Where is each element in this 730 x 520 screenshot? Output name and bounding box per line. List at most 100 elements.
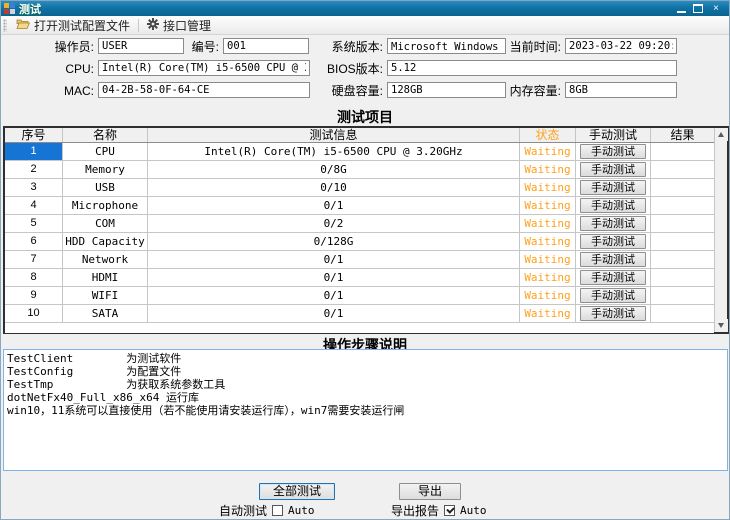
- operator-label: 操作员:: [21, 39, 94, 55]
- table-filler-row: [5, 323, 714, 333]
- test-table: 序号 名称 测试信息 状态 手动测试 结果 1 CPU Intel(R) Cor…: [3, 126, 729, 334]
- mac-label: MAC:: [21, 83, 94, 99]
- table-row[interactable]: 6 HDD Capacity 0/128G Waiting 手动测试: [5, 233, 714, 251]
- export-button[interactable]: 导出: [399, 483, 461, 500]
- manual-test-button[interactable]: 手动测试: [580, 252, 646, 267]
- manual-test-button[interactable]: 手动测试: [580, 234, 646, 249]
- os-label: 系统版本:: [321, 39, 383, 55]
- cell-no[interactable]: 4: [5, 197, 63, 214]
- cell-manual: 手动测试: [576, 287, 651, 304]
- cell-no[interactable]: 7: [5, 251, 63, 268]
- open-config-label: 打开测试配置文件: [34, 17, 130, 34]
- scroll-up-icon[interactable]: [715, 128, 728, 141]
- table-row[interactable]: 8 HDMI 0/1 Waiting 手动测试: [5, 269, 714, 287]
- manual-test-button[interactable]: 手动测试: [580, 162, 646, 177]
- cell-info: 0/1: [148, 197, 520, 214]
- manual-test-button[interactable]: 手动测试: [580, 270, 646, 285]
- interface-mgmt-label: 接口管理: [163, 17, 211, 34]
- cell-no[interactable]: 3: [5, 179, 63, 196]
- auto-test-checkbox-label: Auto: [288, 504, 315, 517]
- toolbar: 打开测试配置文件 接口管理: [1, 16, 729, 35]
- window-title: 测试: [19, 1, 41, 17]
- operator-input[interactable]: [98, 38, 184, 54]
- table-row[interactable]: 7 Network 0/1 Waiting 手动测试: [5, 251, 714, 269]
- interface-mgmt-button[interactable]: 接口管理: [142, 17, 216, 34]
- status-badge: Waiting: [520, 179, 576, 196]
- status-badge: Waiting: [520, 287, 576, 304]
- status-badge: Waiting: [520, 161, 576, 178]
- header-status: 状态: [520, 128, 576, 142]
- cell-name: SATA: [63, 305, 148, 322]
- status-badge: Waiting: [520, 215, 576, 232]
- app-icon: [4, 3, 15, 14]
- cell-name: Microphone: [63, 197, 148, 214]
- status-badge: Waiting: [520, 305, 576, 322]
- auto-test-checkbox[interactable]: [272, 505, 283, 516]
- header-result: 结果: [651, 128, 714, 142]
- cell-result: [651, 269, 714, 286]
- cell-name: USB: [63, 179, 148, 196]
- open-config-button[interactable]: 打开测试配置文件: [11, 17, 135, 34]
- cell-no[interactable]: 6: [5, 233, 63, 250]
- manual-test-button[interactable]: 手动测试: [580, 198, 646, 213]
- manual-test-button[interactable]: 手动测试: [580, 180, 646, 195]
- table-row[interactable]: 2 Memory 0/8G Waiting 手动测试: [5, 161, 714, 179]
- steps-textarea[interactable]: TestClient 为测试软件 TestConfig 为配置文件 TestTm…: [3, 349, 728, 471]
- cell-manual: 手动测试: [576, 215, 651, 232]
- ram-label: 内存容量:: [499, 83, 561, 99]
- cell-name: CPU: [63, 143, 148, 160]
- maximize-icon[interactable]: [693, 4, 703, 13]
- header-no: 序号: [5, 128, 63, 142]
- cell-name: COM: [63, 215, 148, 232]
- cell-info: 0/1: [148, 251, 520, 268]
- manual-test-button[interactable]: 手动测试: [580, 216, 646, 231]
- header-name: 名称: [63, 128, 148, 142]
- folder-icon: [16, 18, 30, 33]
- cell-info: 0/10: [148, 179, 520, 196]
- manual-test-button[interactable]: 手动测试: [580, 306, 646, 321]
- manual-test-button[interactable]: 手动测试: [580, 288, 646, 303]
- cell-no[interactable]: 9: [5, 287, 63, 304]
- export-report-checkbox[interactable]: [444, 505, 455, 516]
- cell-info: 0/1: [148, 287, 520, 304]
- cell-name: Memory: [63, 161, 148, 178]
- cpu-input[interactable]: [98, 60, 310, 76]
- table-scrollbar[interactable]: [714, 128, 727, 332]
- cell-no[interactable]: 5: [5, 215, 63, 232]
- cell-name: WIFI: [63, 287, 148, 304]
- os-input[interactable]: [387, 38, 506, 54]
- gear-icon: [147, 18, 159, 33]
- table-row[interactable]: 10 SATA 0/1 Waiting 手动测试: [5, 305, 714, 323]
- cell-manual: 手动测试: [576, 269, 651, 286]
- cell-result: [651, 215, 714, 232]
- table-row[interactable]: 3 USB 0/10 Waiting 手动测试: [5, 179, 714, 197]
- toolbar-grip: [3, 19, 7, 32]
- table-row[interactable]: 4 Microphone 0/1 Waiting 手动测试: [5, 197, 714, 215]
- cell-no[interactable]: 10: [5, 305, 63, 322]
- cell-no[interactable]: 2: [5, 161, 63, 178]
- cell-result: [651, 287, 714, 304]
- hdd-input[interactable]: [387, 82, 506, 98]
- cell-manual: 手动测试: [576, 179, 651, 196]
- export-report-group: 导出报告 Auto: [391, 503, 487, 518]
- test-all-button[interactable]: 全部测试: [259, 483, 335, 500]
- cell-no[interactable]: 8: [5, 269, 63, 286]
- status-badge: Waiting: [520, 251, 576, 268]
- bios-label: BIOS版本:: [321, 61, 383, 77]
- time-label: 当前时间:: [499, 39, 561, 55]
- table-row[interactable]: 9 WIFI 0/1 Waiting 手动测试: [5, 287, 714, 305]
- ram-input[interactable]: [565, 82, 677, 98]
- bios-input[interactable]: [387, 60, 677, 76]
- time-input[interactable]: [565, 38, 677, 54]
- number-input[interactable]: [223, 38, 309, 54]
- close-icon[interactable]: ×: [710, 4, 722, 14]
- cell-result: [651, 161, 714, 178]
- table-row[interactable]: 5 COM 0/2 Waiting 手动测试: [5, 215, 714, 233]
- scroll-down-icon[interactable]: [715, 319, 728, 332]
- cell-no[interactable]: 1: [5, 143, 63, 160]
- cell-manual: 手动测试: [576, 305, 651, 322]
- manual-test-button[interactable]: 手动测试: [580, 144, 646, 159]
- mac-input[interactable]: [98, 82, 310, 98]
- minimize-icon[interactable]: [677, 5, 686, 13]
- table-row[interactable]: 1 CPU Intel(R) Core(TM) i5-6500 CPU @ 3.…: [5, 143, 714, 161]
